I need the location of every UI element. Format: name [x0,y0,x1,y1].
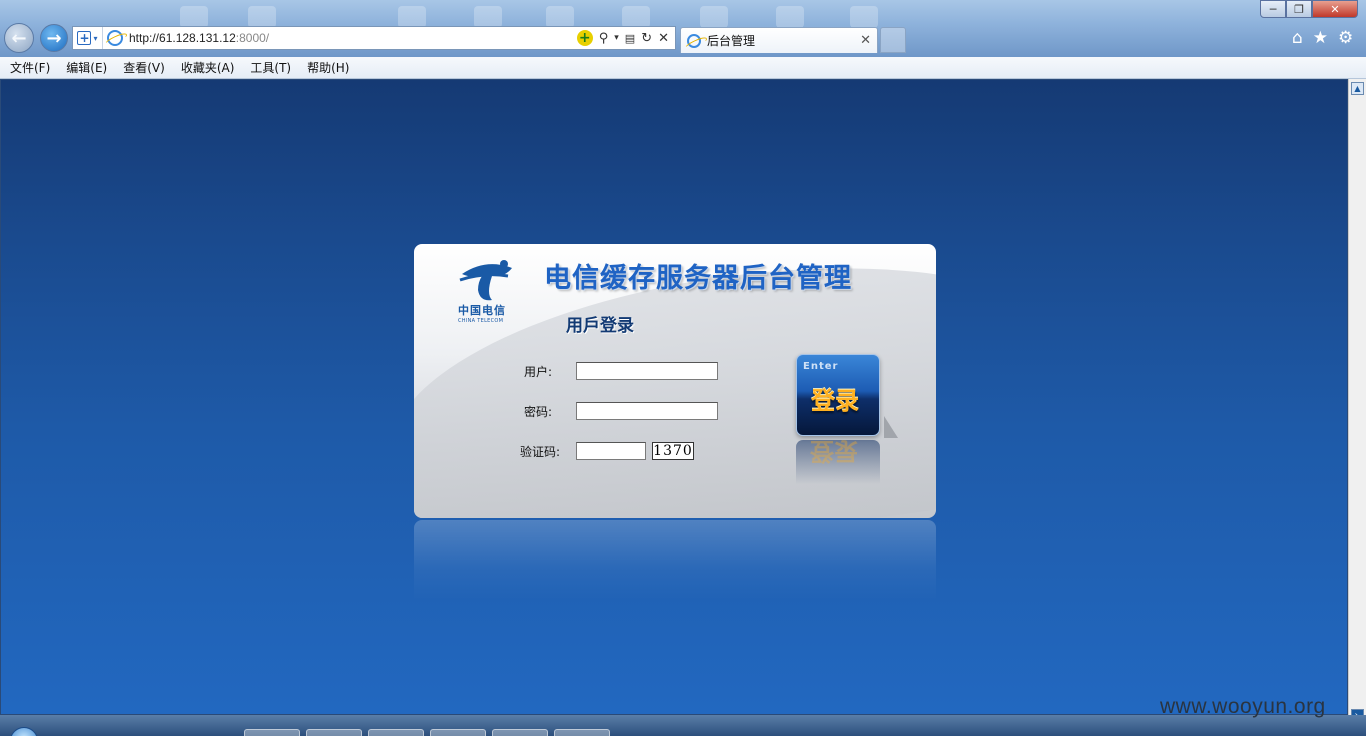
background-thumbnail [776,6,804,28]
login-button-en-label: Enter [803,361,839,372]
captcha-image[interactable]: 1370 [652,442,694,460]
close-icon: ✕ [1330,2,1340,16]
username-label: 用户: [524,365,553,379]
login-subtitle: 用戶登录 [566,316,634,336]
username-input[interactable] [576,362,718,380]
captcha-label: 验证码: [520,445,561,459]
menu-tools[interactable]: 工具(T) [244,59,297,76]
captcha-input[interactable] [576,442,646,460]
arrow-right-icon: → [46,27,62,49]
taskbar-item[interactable] [554,729,610,736]
chevron-down-icon[interactable]: ▾ [614,33,619,43]
search-icon[interactable]: ⚲ [599,31,609,46]
gear-icon[interactable]: ⚙ [1338,28,1353,48]
start-button[interactable] [10,727,38,736]
compat-view-button[interactable]: + ▾ [73,27,103,49]
compat-icon[interactable]: ▤ [625,32,635,45]
page-title: 电信缓存服务器后台管理 [544,263,852,294]
menu-view[interactable]: 查看(V) [117,59,171,76]
menu-help[interactable]: 帮助(H) [301,59,355,76]
arrow-left-icon: ← [11,27,27,49]
plus-icon: + [77,31,92,45]
new-tab-button[interactable] [880,27,906,53]
refresh-icon[interactable]: ↻ [641,31,652,46]
minimize-button[interactable]: ─ [1260,0,1286,18]
close-window-button[interactable]: ✕ [1312,0,1358,18]
background-thumbnail [248,6,276,28]
background-thumbnail [180,6,208,28]
address-bar[interactable]: + ▾ http://61.128.131.12:8000/ + ⚲ ▾ ▤ ↻ … [72,26,676,50]
tab-admin[interactable]: 后台管理 ✕ [680,27,878,53]
background-thumbnail [700,6,728,28]
background-thumbnail [474,6,502,28]
restore-icon: ❐ [1294,2,1304,16]
login-button[interactable]: Enter 登录 [796,354,880,436]
url-port: :8000/ [235,31,270,45]
menu-bar: 文件(F) 编辑(E) 查看(V) 收藏夹(A) 工具(T) 帮助(H) [0,57,1366,79]
taskbar-item[interactable] [492,729,548,736]
button-reflection: 登录 [796,440,880,484]
minimize-icon: ─ [1269,2,1277,16]
login-panel: 中国电信 CHINA TELECOM 电信缓存服务器后台管理 用戶登录 用户: … [414,244,936,518]
ie-icon [687,33,701,48]
taskbar-item[interactable] [430,729,486,736]
url-host: http://61.128.131.12 [129,31,236,45]
taskbar-item[interactable] [244,729,300,736]
tab-label: 后台管理 [707,34,756,48]
taskbar-item[interactable] [306,729,362,736]
star-icon[interactable]: ★ [1313,28,1328,48]
taskbar-item[interactable] [368,729,424,736]
menu-file[interactable]: 文件(F) [4,59,56,76]
menu-edit[interactable]: 编辑(E) [60,59,113,76]
background-thumbnail [546,6,574,28]
chevron-down-icon: ▾ [93,33,98,43]
background-thumbnail [398,6,426,28]
vertical-scrollbar[interactable]: ▲ ↘ [1348,79,1366,722]
ie-icon [107,30,123,46]
logo-text: 中国电信 [458,304,506,317]
background-thumbnail [622,6,650,28]
button-shadow [884,416,898,438]
logo-subtext: CHINA TELECOM [458,318,504,324]
close-tab-icon[interactable]: ✕ [860,33,871,48]
scroll-up-icon[interactable]: ▲ [1351,82,1364,95]
watermark: www.wooyun.org [1160,695,1326,718]
back-button[interactable]: ← [4,23,34,53]
login-button-label: 登录 [811,387,859,415]
plugin-icon[interactable]: + [576,30,593,46]
background-thumbnail [850,6,878,28]
menu-favorites[interactable]: 收藏夹(A) [175,59,241,76]
password-input[interactable] [576,402,718,420]
home-icon[interactable]: ⌂ [1292,28,1303,48]
button-reflection-text: 登录 [810,440,858,465]
forward-button[interactable]: → [40,24,68,52]
maximize-button[interactable]: ❐ [1286,0,1312,18]
url-text[interactable]: http://61.128.131.12:8000/ [129,31,269,45]
stop-icon[interactable]: ✕ [658,31,669,46]
password-label: 密码: [524,405,553,419]
panel-reflection [414,520,936,600]
